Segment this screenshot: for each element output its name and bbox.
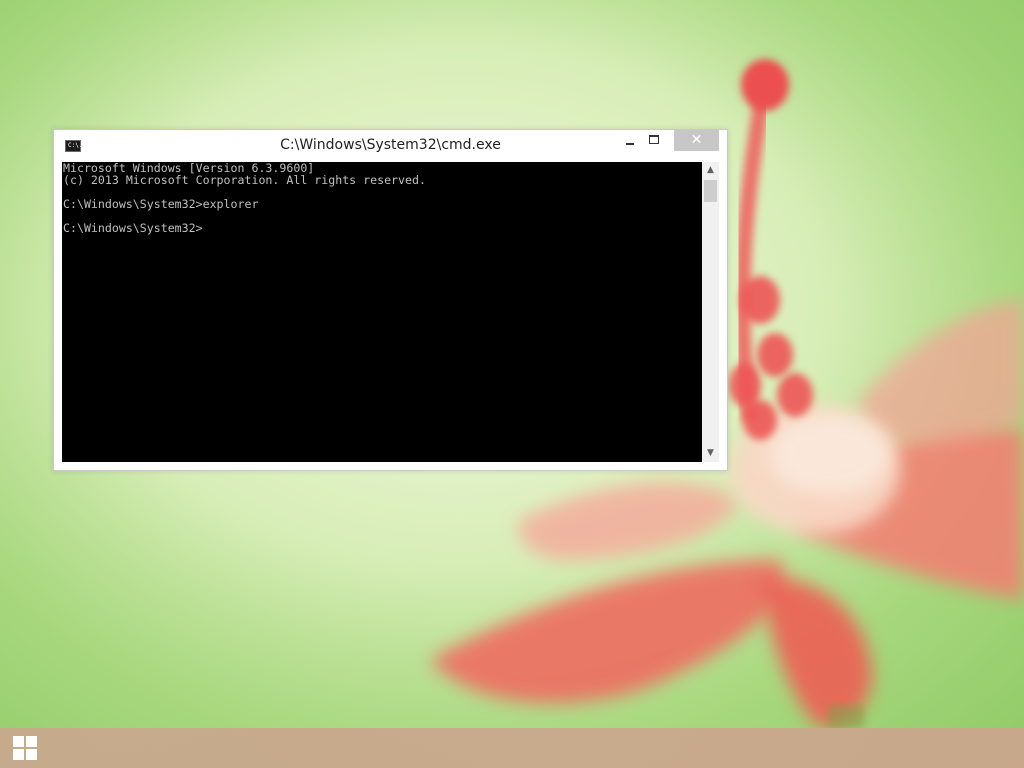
console-line: C:\Windows\System32>explorer xyxy=(63,197,259,211)
console-line: (c) 2013 Microsoft Corporation. All righ… xyxy=(63,173,426,187)
chevron-down-icon: ▼ xyxy=(707,448,714,458)
title-bar[interactable]: C:\. C:\Windows\System32\cmd.exe ✕ xyxy=(54,130,727,162)
desktop: C:\. C:\Windows\System32\cmd.exe ✕ Micro… xyxy=(0,0,1024,768)
cmd-window[interactable]: C:\. C:\Windows\System32\cmd.exe ✕ Micro… xyxy=(53,129,728,471)
close-icon: ✕ xyxy=(690,132,703,148)
scroll-thumb[interactable] xyxy=(704,180,717,202)
minimize-button[interactable] xyxy=(618,130,642,151)
scroll-down-arrow[interactable]: ▼ xyxy=(702,445,719,462)
taskbar xyxy=(0,728,1024,768)
vertical-scrollbar[interactable]: ▲ ▼ xyxy=(702,162,719,462)
scroll-up-arrow[interactable]: ▲ xyxy=(702,162,719,179)
console-line: C:\Windows\System32> xyxy=(63,221,203,235)
console-lines: Microsoft Windows [Version 6.3.9600] (c) … xyxy=(62,162,702,234)
close-button[interactable]: ✕ xyxy=(674,130,719,151)
windows-logo-icon xyxy=(13,736,38,761)
maximize-button[interactable] xyxy=(643,130,667,151)
chevron-up-icon: ▲ xyxy=(707,165,714,175)
start-button[interactable] xyxy=(0,728,50,768)
console-output[interactable]: Microsoft Windows [Version 6.3.9600] (c) … xyxy=(62,162,702,462)
